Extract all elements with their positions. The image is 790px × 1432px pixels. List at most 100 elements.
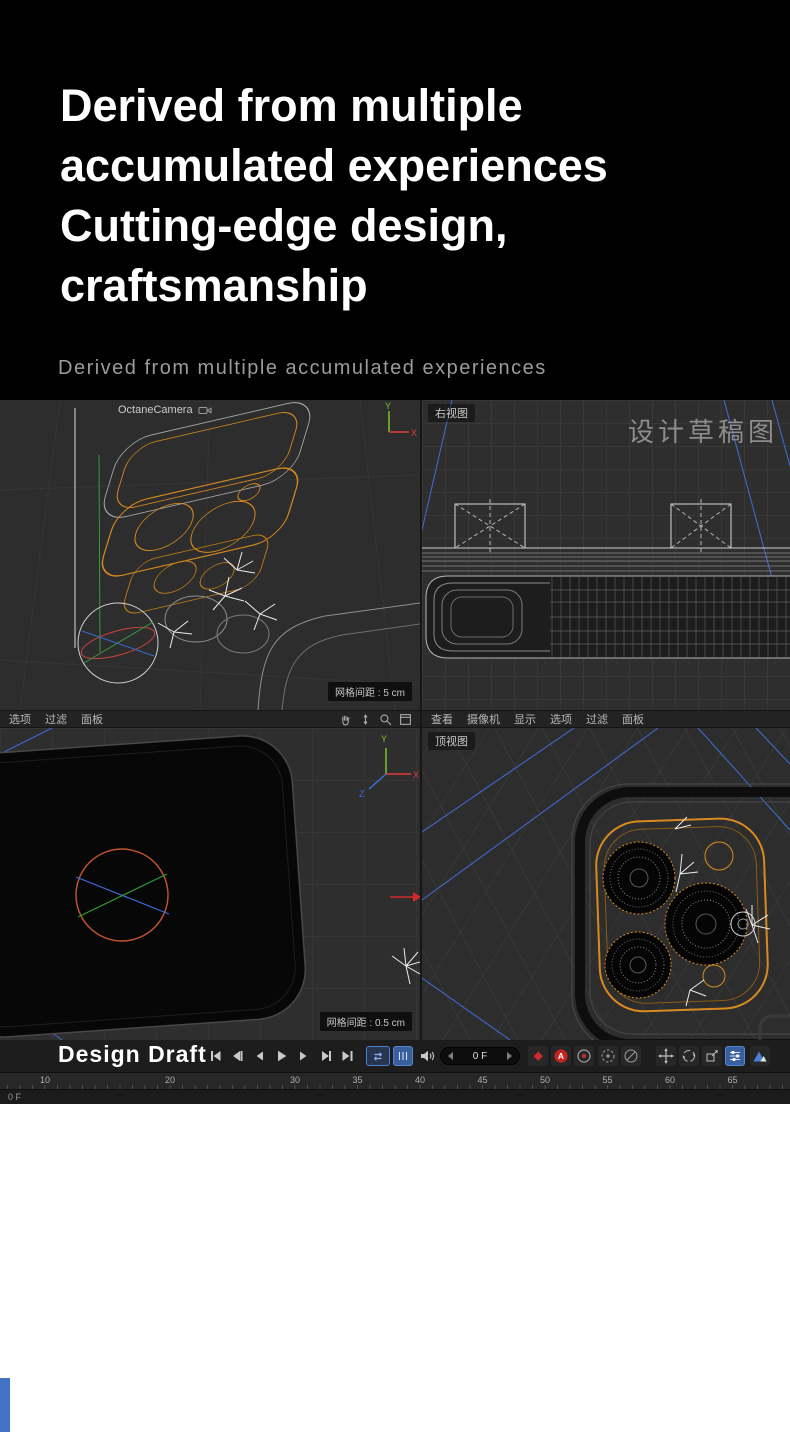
viewport-perspective[interactable]: Y X OctaneCamera 网格间距 : 5 cm [0, 400, 420, 710]
goto-end-icon [341, 1050, 354, 1062]
menu-items: 选项过滤面板 [0, 711, 339, 727]
page-title: Derived from multipleaccumulated experie… [60, 76, 608, 316]
prev-key-icon [231, 1050, 244, 1062]
speaker-icon [420, 1050, 435, 1062]
viewport-front[interactable]: Y X Z 网格间距 : 0.5 cm [0, 728, 420, 1040]
ruler-label: 50 [540, 1075, 550, 1085]
prev-frame-button[interactable] [249, 1045, 269, 1067]
menu-item[interactable]: 选项 [550, 711, 572, 727]
ruler-label: 40 [415, 1075, 425, 1085]
play-button[interactable] [271, 1045, 291, 1067]
transport-controls [205, 1045, 357, 1067]
camera-lens-bottom [605, 932, 671, 998]
page-title-line: Cutting-edge design, [60, 196, 608, 256]
next-frame-button[interactable] [293, 1045, 313, 1067]
ruler-label: 20 [165, 1075, 175, 1085]
viewport-menubar-left: 选项过滤面板 [0, 710, 420, 728]
x-axis-arrow [390, 892, 420, 902]
pla-button[interactable] [750, 1046, 770, 1066]
menu-item[interactable]: 选项 [9, 711, 31, 727]
ruler-label: 60 [665, 1075, 675, 1085]
camera-label-text: OctaneCamera [118, 404, 193, 416]
zoom-icon[interactable] [379, 713, 392, 726]
bump-cross-lines [455, 499, 731, 553]
menu-item[interactable]: 面板 [622, 711, 644, 727]
design-draft-caption: Design Draft [58, 1041, 207, 1068]
connector-outline [760, 1016, 790, 1040]
frame-next-icon[interactable] [507, 1052, 512, 1060]
keyframe-selection-button[interactable] [574, 1046, 594, 1066]
record-toggle-buttons [656, 1046, 745, 1066]
design-draft-watermark: 设计草稿图 [628, 412, 778, 449]
next-key-button[interactable] [315, 1045, 335, 1067]
next-frame-icon [297, 1050, 310, 1062]
camera-icon [198, 405, 212, 416]
viewport-right[interactable]: 右视图 设计草稿图 [422, 400, 790, 710]
grid-spacing-badge: 网格间距 : 0.5 cm [320, 1012, 412, 1031]
frame-range-strip[interactable]: 0 F [0, 1089, 790, 1104]
record-position-toggle[interactable] [656, 1046, 676, 1066]
key-ring-icon [600, 1048, 616, 1064]
record-keyframe-button[interactable] [528, 1046, 548, 1066]
page-title-line: Derived from multiple [60, 76, 608, 136]
camera-label[interactable]: OctaneCamera [118, 404, 212, 416]
key-ring-button[interactable] [598, 1046, 618, 1066]
axis-y-label: Y [385, 401, 391, 411]
record-rotation-toggle[interactable] [679, 1046, 699, 1066]
exploded-sensor-plate [119, 531, 272, 617]
transform-gizmo[interactable] [78, 603, 158, 683]
prev-frame-icon [253, 1050, 266, 1062]
viewport-top[interactable]: 顶视图 [422, 728, 790, 1040]
menu-item[interactable]: 面板 [81, 711, 103, 727]
maximize-viewport-icon[interactable] [399, 713, 412, 726]
ruler-label: 35 [352, 1075, 362, 1085]
camera-lens-top [603, 842, 675, 914]
ruler-label: 55 [602, 1075, 612, 1085]
timeline-ruler[interactable]: 10203035404550556065 [0, 1072, 790, 1089]
loop-button[interactable] [366, 1046, 390, 1066]
page: Derived from multipleaccumulated experie… [0, 0, 790, 1432]
record-scale-toggle[interactable] [702, 1046, 722, 1066]
record-parameter-toggle[interactable] [725, 1046, 745, 1066]
frame-field[interactable]: 0 F [440, 1047, 520, 1065]
goto-end-button[interactable] [337, 1045, 357, 1067]
menu-item[interactable]: 摄像机 [467, 711, 500, 727]
sound-button[interactable] [417, 1046, 437, 1066]
viewport-label-top[interactable]: 顶视图 [428, 732, 475, 750]
autokey-button[interactable]: A [551, 1046, 571, 1066]
key-mode-buttons [598, 1046, 641, 1066]
menu-items: 查看摄像机显示选项过滤面板 [422, 711, 790, 727]
loop-range-button[interactable] [393, 1046, 413, 1066]
camera-lens-right [665, 883, 747, 965]
menu-item[interactable]: 查看 [431, 711, 453, 727]
pan-hand-icon[interactable] [339, 713, 352, 726]
sketch-starburst [392, 948, 420, 984]
record-position-icon [658, 1048, 674, 1064]
viewport-menubar-right: 查看摄像机显示选项过滤面板 [422, 710, 790, 728]
prev-key-button[interactable] [227, 1045, 247, 1067]
move-arrows-icon[interactable] [359, 713, 372, 726]
start-frame-label: 0 F [8, 1092, 21, 1102]
ruler-label: 65 [727, 1075, 737, 1085]
axis-y-label: Y [381, 734, 387, 744]
range-bars-icon [397, 1051, 409, 1061]
axis-x-label: X [411, 428, 417, 438]
menu-item[interactable]: 过滤 [586, 711, 608, 727]
front-view-canvas: Y X Z [0, 728, 420, 1040]
menu-item[interactable]: 显示 [514, 711, 536, 727]
ruler-label: 10 [40, 1075, 50, 1085]
ruler-label: 30 [290, 1075, 300, 1085]
key-filter-button[interactable] [621, 1046, 641, 1066]
goto-start-button[interactable] [205, 1045, 225, 1067]
key-filter-icon [623, 1048, 639, 1064]
frame-prev-icon[interactable] [448, 1052, 453, 1060]
page-title-line: accumulated experiences [60, 136, 608, 196]
construction-line-green [99, 455, 100, 652]
camera-bumps [455, 504, 731, 548]
viewport-label-right[interactable]: 右视图 [428, 404, 475, 422]
menu-item[interactable]: 过滤 [45, 711, 67, 727]
axis-gizmo: Y X Z [359, 734, 419, 799]
pla-icon [752, 1048, 768, 1064]
viewport-workspace: Y X OctaneCamera 网格间距 : 5 cm [0, 400, 790, 1104]
axis-gizmo: Y X [385, 401, 417, 438]
